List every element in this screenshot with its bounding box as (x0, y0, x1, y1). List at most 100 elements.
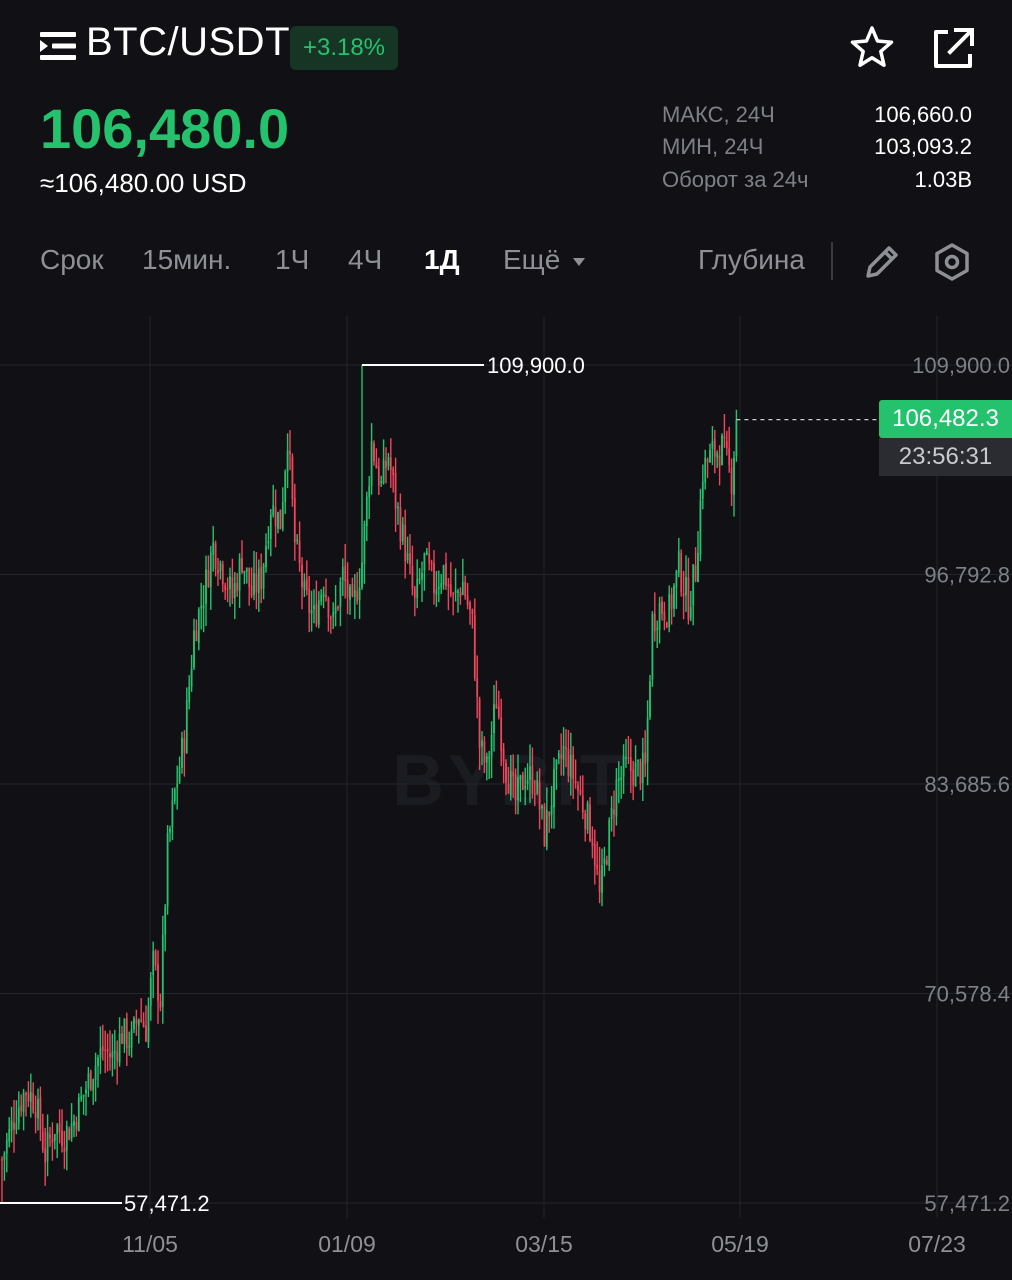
candle-body (171, 800, 174, 828)
candle-body (181, 737, 183, 768)
candle-body (130, 1029, 133, 1048)
candle-body (104, 1049, 107, 1052)
candle-body (164, 907, 167, 935)
candle-body (574, 780, 577, 783)
settings-hex-icon[interactable] (932, 242, 972, 282)
candle-body (411, 565, 414, 589)
candle-body (459, 591, 462, 597)
candle-body (377, 466, 380, 486)
candle-body (608, 819, 611, 866)
candle-body (481, 740, 483, 747)
candle-body (682, 593, 685, 597)
candle-body (363, 523, 366, 565)
share-icon[interactable] (928, 24, 976, 72)
candle-body (284, 471, 287, 503)
candle-body (279, 509, 282, 529)
candle-body (457, 591, 459, 593)
depth-button[interactable]: Глубина (698, 244, 805, 276)
candle-body (310, 610, 313, 614)
candle-body (157, 964, 159, 1001)
candle-body (92, 1079, 95, 1091)
candle-body (500, 717, 503, 751)
tab-more[interactable]: Ещё (503, 244, 586, 276)
candle-body (661, 601, 663, 614)
candle-body (10, 1120, 13, 1131)
stat-value-low: 103,093.2 (874, 134, 972, 159)
candle-body (77, 1097, 80, 1132)
candle-body (728, 447, 731, 466)
candle-body (706, 459, 709, 463)
pair-title[interactable]: BTC/USDT (86, 20, 290, 65)
candle-body (380, 480, 383, 484)
candle-body (344, 565, 347, 582)
tab-4h[interactable]: 4Ч (348, 244, 382, 276)
candle-body (586, 803, 589, 831)
candle-body (82, 1094, 85, 1097)
candle-body (673, 585, 675, 609)
tab-1d[interactable]: 1Д (424, 244, 460, 276)
candle-body (493, 704, 495, 734)
candle-body (449, 584, 452, 595)
x-axis-tick-label: 01/09 (318, 1231, 376, 1257)
candle-body (680, 552, 683, 593)
candle-body (147, 1005, 150, 1043)
candle-body (1, 1159, 3, 1161)
candle-body (687, 577, 690, 620)
candle-body (188, 686, 191, 703)
candle-body (205, 569, 207, 605)
candle-body (361, 562, 363, 588)
candle-body (365, 496, 368, 527)
candle-body (423, 553, 426, 571)
star-icon[interactable] (848, 24, 896, 72)
candle-body (195, 630, 198, 642)
candle-body (291, 456, 294, 499)
candle-body (224, 585, 227, 591)
candle-body (620, 777, 623, 781)
tab-1h[interactable]: 1Ч (275, 244, 309, 276)
candle-body (653, 613, 656, 632)
candle-body (644, 752, 647, 764)
candle-body (277, 512, 279, 529)
candle-body (298, 540, 301, 564)
stat-label-low: МИН, 24Ч (662, 134, 764, 159)
candle-body (538, 782, 541, 810)
candle-body (149, 977, 152, 1006)
candle-body (526, 781, 529, 784)
candle-body (197, 609, 200, 644)
x-axis-tick-label: 05/19 (711, 1231, 769, 1257)
last-price-tag: 106,482.3 (879, 400, 1012, 438)
tab-15min[interactable]: 15мин. (142, 244, 231, 276)
candle-body (704, 458, 707, 483)
candle-body (483, 741, 486, 763)
candle-body (689, 606, 692, 619)
candle-body (675, 571, 678, 588)
candle-body (550, 805, 553, 816)
candle-body (399, 507, 402, 542)
candle-body (329, 617, 332, 620)
candle-body (68, 1128, 71, 1140)
candle-body (713, 438, 716, 457)
candlestick-chart[interactable]: 109,900.0 96,792.8 83,685.6 70,578.4 57,471.… (0, 300, 1012, 1280)
candle-body (524, 785, 527, 789)
candle-body (509, 770, 512, 796)
candle-body (567, 749, 570, 776)
candle-body (353, 589, 356, 598)
candle-body (233, 583, 236, 599)
pencil-icon[interactable] (862, 242, 902, 282)
candle-body (44, 1148, 47, 1163)
candle-body (253, 573, 255, 595)
candle-body (22, 1092, 25, 1112)
candle-body (730, 467, 733, 494)
list-icon[interactable] (40, 30, 76, 62)
candle-body (476, 678, 479, 698)
tab-period[interactable]: Срок (40, 244, 104, 276)
candle-body (238, 558, 241, 591)
low-marker-label: 57,471.2 (124, 1191, 210, 1216)
candle-body (94, 1065, 97, 1080)
candle-body (490, 734, 493, 756)
candle-body (20, 1105, 23, 1112)
candle-body (533, 792, 536, 795)
candle-body (214, 543, 217, 569)
candle-body (658, 603, 661, 630)
candle-body (159, 1001, 162, 1008)
